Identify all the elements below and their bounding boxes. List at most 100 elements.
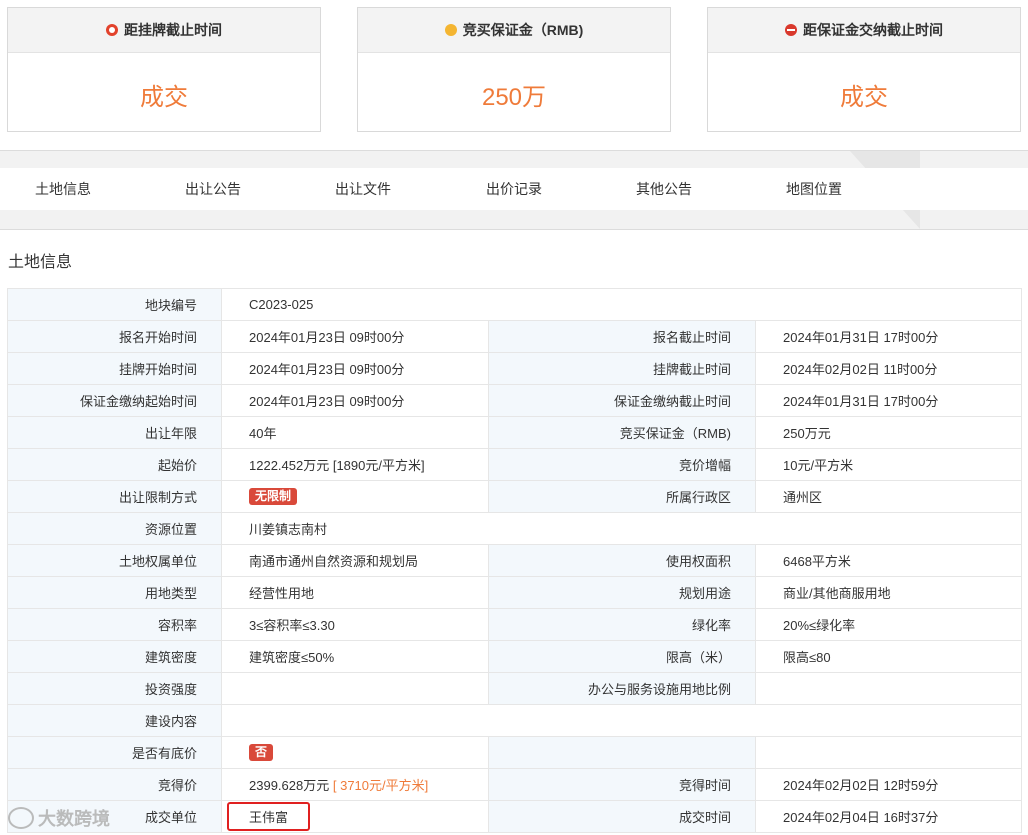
field-label: 竞买保证金（RMB): [488, 416, 756, 449]
field-value: [754, 672, 1023, 705]
field-value: 40年: [221, 416, 489, 449]
field-value: 商业/其他商服用地: [754, 576, 1023, 609]
card-value: 成交: [140, 84, 188, 111]
field-label: 限高（米）: [488, 640, 756, 673]
field-label: 土地权属单位: [7, 544, 222, 577]
winning-price: 2399.628万元: [249, 778, 330, 793]
field-label: 起始价: [7, 448, 222, 481]
tab-bid-records[interactable]: 出价记录: [486, 168, 542, 210]
card-value: 250万: [481, 84, 547, 111]
field-label: 出让年限: [7, 416, 222, 449]
field-value: 10元/平方米: [754, 448, 1023, 481]
field-label: 绿化率: [488, 608, 756, 641]
tab-transfer-notice[interactable]: 出让公告: [185, 168, 241, 210]
card-deposit-deadline: 距保证金交纳截止时间 成交: [707, 7, 1021, 132]
field-value: [220, 704, 1023, 737]
table-row: 报名开始时间 2024年01月23日 09时00分 报名截止时间 2024年01…: [7, 320, 1023, 353]
field-value: 限高≤80: [754, 640, 1023, 673]
field-value: 2024年01月23日 09时00分: [221, 320, 489, 353]
tab-land-info[interactable]: 土地信息: [35, 168, 91, 210]
field-value: 通州区: [754, 480, 1023, 513]
winning-bidder: 王伟富: [227, 802, 311, 831]
field-label: 报名截止时间: [488, 320, 756, 353]
table-row: 是否有底价 否: [7, 736, 1023, 769]
tab-transfer-docs[interactable]: 出让文件: [335, 168, 391, 210]
table-row: 成交单位 王伟富 成交时间 2024年02月04日 16时37分: [7, 800, 1023, 833]
table-row: 投资强度 办公与服务设施用地比例: [7, 672, 1023, 705]
field-label: 所属行政区: [488, 480, 756, 513]
table-row: 起始价 1222.452万元 [1890元/平方米] 竞价增幅 10元/平方米: [7, 448, 1023, 481]
field-label: 成交时间: [488, 800, 756, 833]
card-value: 成交: [840, 84, 888, 111]
tab-other-notices[interactable]: 其他公告: [636, 168, 692, 210]
coin-icon: [444, 24, 457, 36]
winning-unit-price: [ 3710元/平方米]: [332, 778, 429, 793]
field-value: 2024年01月31日 17时00分: [754, 384, 1023, 417]
alarm-icon: [785, 24, 797, 36]
table-row: 土地权属单位 南通市通州自然资源和规划局 使用权面积 6468平方米: [7, 544, 1023, 577]
table-row: 挂牌开始时间 2024年01月23日 09时00分 挂牌截止时间 2024年02…: [7, 352, 1023, 385]
field-label: 是否有底价: [7, 736, 222, 769]
table-row: 保证金缴纳起始时间 2024年01月23日 09时00分 保证金缴纳截止时间 2…: [7, 384, 1023, 417]
field-value: 王伟富: [221, 800, 489, 833]
field-label: 用地类型: [7, 576, 222, 609]
table-row: 容积率 3≤容积率≤3.30 绿化率 20%≤绿化率: [7, 608, 1023, 641]
field-value: 建筑密度≤50%: [221, 640, 489, 673]
table-row: 地块编号 C2023-025: [7, 288, 1023, 321]
field-value: [221, 672, 489, 705]
field-value: 6468平方米: [754, 544, 1023, 577]
field-label: 使用权面积: [488, 544, 756, 577]
field-value: 2399.628万元 [ 3710元/平方米]: [221, 768, 489, 801]
card-header: 距挂牌截止时间: [8, 8, 320, 53]
table-row: 出让年限 40年 竞买保证金（RMB) 250万元: [7, 416, 1023, 449]
field-label: 容积率: [7, 608, 222, 641]
field-label: 投资强度: [7, 672, 222, 705]
field-label: 竞得时间: [488, 768, 756, 801]
field-label: 资源位置: [7, 512, 222, 545]
field-label: 竞价增幅: [488, 448, 756, 481]
field-value: 1222.452万元 [1890元/平方米]: [221, 448, 489, 481]
card-deposit: 竞买保证金（RMB) 250万: [357, 7, 671, 132]
table-row: 资源位置 川姜镇志南村: [7, 512, 1023, 545]
watermark: 大数跨境: [8, 805, 110, 831]
table-row: 建筑密度 建筑密度≤50% 限高（米） 限高≤80: [7, 640, 1023, 673]
field-label: 报名开始时间: [7, 320, 222, 353]
field-label: 办公与服务设施用地比例: [488, 672, 756, 705]
field-value: 南通市通州自然资源和规划局: [221, 544, 489, 577]
card-header: 距保证金交纳截止时间: [708, 8, 1020, 53]
field-value: 否: [221, 736, 489, 769]
tab-bar: 土地信息 出让公告 出让文件 出价记录 其他公告 地图位置: [0, 150, 1028, 230]
table-row: 竞得价 2399.628万元 [ 3710元/平方米] 竞得时间 2024年02…: [7, 768, 1023, 801]
table-row: 出让限制方式 无限制 所属行政区 通州区: [7, 480, 1023, 513]
field-value: [754, 736, 1023, 769]
field-label: 挂牌开始时间: [7, 352, 222, 385]
field-value: 20%≤绿化率: [754, 608, 1023, 641]
field-label: 挂牌截止时间: [488, 352, 756, 385]
table-row: 建设内容: [7, 704, 1023, 737]
field-label: [488, 736, 756, 769]
field-value: 2024年01月23日 09时00分: [221, 384, 489, 417]
card-title: 距保证金交纳截止时间: [803, 22, 943, 38]
field-label: 竞得价: [7, 768, 222, 801]
land-info-table: 地块编号 C2023-025 报名开始时间 2024年01月23日 09时00分…: [7, 288, 1023, 833]
field-label: 地块编号: [7, 288, 222, 321]
card-header: 竞买保证金（RMB): [358, 8, 670, 53]
clock-icon: [106, 24, 118, 36]
watermark-logo-icon: [8, 807, 34, 829]
tab-map-location[interactable]: 地图位置: [786, 168, 842, 210]
field-value: 250万元: [754, 416, 1023, 449]
field-value: 2024年02月04日 16时37分: [754, 800, 1023, 833]
field-value: 3≤容积率≤3.30: [221, 608, 489, 641]
card-title: 竞买保证金（RMB): [462, 22, 584, 38]
section-title: 土地信息: [8, 254, 73, 271]
watermark-text: 大数跨境: [38, 809, 110, 829]
field-value: 经营性用地: [221, 576, 489, 609]
field-label: 出让限制方式: [7, 480, 222, 513]
field-value: 2024年02月02日 12时59分: [754, 768, 1023, 801]
card-listing-deadline: 距挂牌截止时间 成交: [7, 7, 321, 132]
field-value: 2024年01月23日 09时00分: [221, 352, 489, 385]
field-value: 川姜镇志南村: [220, 512, 1023, 545]
field-label: 建设内容: [7, 704, 222, 737]
summary-cards: 距挂牌截止时间 成交 竞买保证金（RMB) 250万 距保证金交纳截止时间 成交: [0, 0, 1028, 150]
field-label: 保证金缴纳截止时间: [488, 384, 756, 417]
